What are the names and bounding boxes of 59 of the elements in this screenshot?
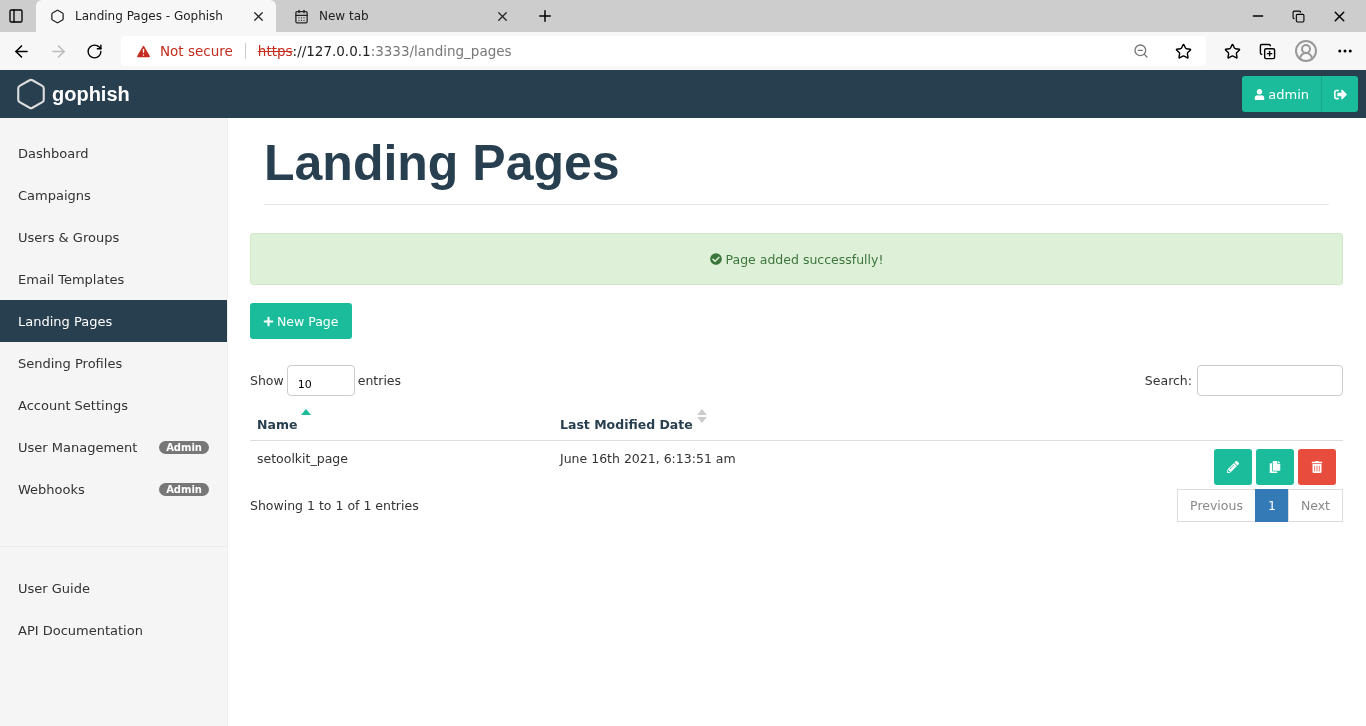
admin-badge: Admin — [159, 440, 209, 454]
sidebar-item[interactable]: Account Settings — [0, 384, 227, 426]
show-label: Show — [250, 373, 284, 388]
security-label: Not secure — [160, 43, 233, 59]
new-tab-icon[interactable] — [536, 7, 554, 25]
sidebar-toggle-icon[interactable] — [8, 8, 24, 24]
column-header[interactable]: Name — [257, 417, 298, 432]
copy-icon — [1269, 461, 1281, 473]
page-title: Landing Pages — [264, 134, 1329, 205]
table-info: Showing 1 to 1 of 1 entries — [250, 498, 419, 513]
sidebar-item[interactable]: Email Templates — [0, 258, 227, 300]
sidebar-item[interactable]: Webhooks Admin — [0, 468, 227, 510]
avatar-icon[interactable] — [1294, 39, 1318, 63]
delete-button[interactable] — [1298, 449, 1336, 485]
sidebar-label: Webhooks — [18, 481, 85, 497]
plus-icon — [263, 315, 274, 327]
reload-icon[interactable] — [86, 42, 103, 60]
sidebar-item[interactable]: User Guide — [0, 567, 227, 609]
sidebar-label: Sending Profiles — [18, 355, 123, 371]
browser-tab[interactable]: New tab — [280, 0, 520, 32]
table-cell-text: June 16th 2021, 6:13:51 am — [558, 450, 737, 468]
url-text: https://127.0.0.1:3333/landing_pages — [257, 43, 512, 59]
sidebar-item[interactable]: API Documentation — [0, 609, 227, 651]
brand-logo[interactable]: gophish — [52, 82, 130, 106]
sidebar-label: Landing Pages — [18, 313, 113, 329]
zoom-out-icon[interactable] — [1133, 43, 1149, 59]
sidebar-item[interactable]: Dashboard — [0, 132, 227, 174]
sidebar-label: User Management — [18, 439, 138, 455]
table-cell-text: setoolkit_page — [256, 450, 349, 468]
sidebar-item[interactable]: Campaigns — [0, 174, 227, 216]
sidebar-item[interactable]: Users & Groups — [0, 216, 227, 258]
search-field[interactable] — [1197, 365, 1343, 396]
pencil-icon — [1227, 461, 1239, 473]
sidebar-label: Users & Groups — [18, 229, 120, 245]
admin-badge: Admin — [159, 482, 209, 496]
entries-field[interactable]: 10 — [286, 365, 355, 396]
search-label: Search: — [1144, 373, 1192, 388]
alert-message: Page added successfully! — [725, 251, 884, 267]
sidebar-item[interactable]: User Management Admin — [0, 426, 227, 468]
user-icon — [1254, 88, 1266, 100]
entries-label: entries — [357, 373, 402, 388]
sidebar-item[interactable]: Sending Profiles — [0, 342, 227, 384]
address-bar[interactable]: Not secure https://127.0.0.1:3333/landing_pages — [121, 36, 1206, 66]
sidebar-label: Campaigns — [18, 187, 91, 203]
warning-icon — [135, 42, 152, 60]
page-link[interactable]: 1 — [1254, 489, 1289, 522]
sidebar-item[interactable]: Landing Pages — [0, 300, 227, 342]
browser-tab[interactable]: Landing Pages - Gophish — [36, 0, 276, 32]
calendar-icon — [294, 8, 309, 24]
logout-icon — [1333, 87, 1347, 101]
hexagon-icon — [50, 8, 65, 24]
trash-icon — [1311, 461, 1323, 473]
sidebar-label: Dashboard — [18, 145, 89, 161]
column-header[interactable]: Last Modified Date — [560, 417, 693, 432]
sidebar-label: Account Settings — [18, 397, 128, 413]
sidebar-label: Email Templates — [18, 271, 125, 287]
collections-icon[interactable] — [1259, 42, 1276, 60]
restore-icon[interactable] — [1292, 7, 1305, 25]
favorites-icon[interactable] — [1224, 42, 1241, 60]
